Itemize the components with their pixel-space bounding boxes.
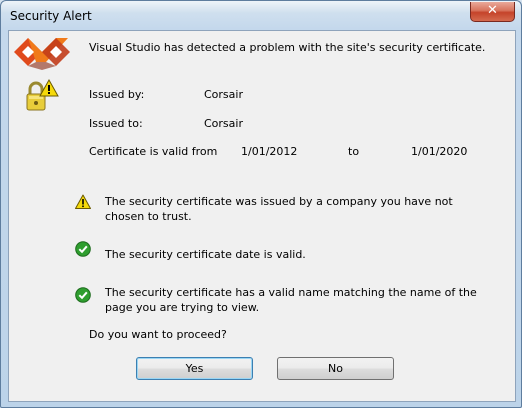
visual-studio-logo-icon (14, 38, 70, 70)
issued-to-value: Corsair (204, 117, 243, 130)
yes-button[interactable]: Yes (136, 357, 253, 380)
issued-to-label: Issued to: (89, 117, 143, 130)
title-bar[interactable]: Security Alert ✕ (1, 1, 521, 31)
header-message: Visual Studio has detected a problem wit… (89, 41, 486, 54)
validity-label: Certificate is valid from (89, 145, 218, 158)
check-name-valid: The security certificate has a valid nam… (105, 286, 477, 314)
window-title: Security Alert (10, 9, 92, 23)
dialog-body: Visual Studio has detected a problem wit… (8, 30, 516, 402)
valid-from-date: 1/01/2012 (241, 145, 298, 158)
warning-triangle-icon (75, 194, 91, 209)
no-button[interactable]: No (277, 357, 394, 380)
close-icon: ✕ (487, 3, 498, 18)
check-circle-icon (75, 287, 91, 303)
security-alert-dialog: Security Alert ✕ Visual Studio has detec… (0, 0, 522, 408)
check-date-valid: The security certificate date is valid. (105, 248, 306, 261)
check-circle-icon (75, 241, 91, 257)
valid-to-label: to (348, 145, 360, 158)
padlock-warning-icon (26, 78, 59, 111)
close-button[interactable]: ✕ (470, 2, 515, 22)
issued-by-label: Issued by: (89, 88, 145, 101)
check-untrusted-issuer: The security certificate was issued by a… (105, 195, 453, 223)
proceed-prompt: Do you want to proceed? (89, 328, 227, 341)
issued-by-value: Corsair (204, 88, 243, 101)
valid-to-date: 1/01/2020 (411, 145, 468, 158)
